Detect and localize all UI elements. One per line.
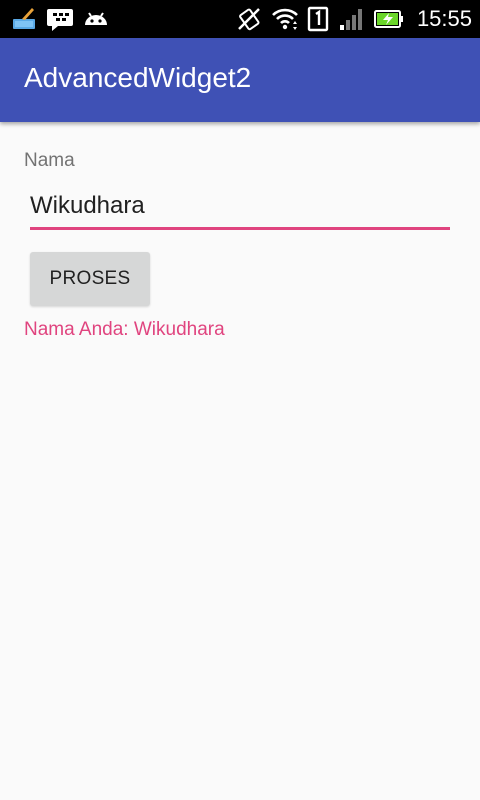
- nama-input-wrapper: [30, 188, 450, 234]
- sim-1-icon: [307, 5, 329, 33]
- battery-charging-icon: [373, 5, 405, 33]
- result-text: Nama Anda: Wikudhara: [24, 319, 225, 340]
- nama-label: Nama: [24, 150, 75, 171]
- proses-button[interactable]: PROSES: [30, 252, 150, 306]
- app-title: AdvancedWidget2: [24, 62, 252, 93]
- android-icon: [82, 5, 110, 33]
- no-vibrate-icon: [235, 5, 263, 33]
- wifi-icon: [271, 5, 299, 33]
- status-bar: 15:55: [0, 0, 480, 38]
- app-screen: 15:55 AdvancedWidget2 Nama PROSES Nama A…: [0, 0, 480, 800]
- bbm-icon: [46, 5, 74, 33]
- broom-cleaner-icon: [10, 5, 38, 33]
- system-icons: 15:55: [235, 0, 472, 38]
- app-bar: AdvancedWidget2: [0, 38, 480, 122]
- status-clock: 15:55: [416, 6, 472, 31]
- notification-icons: [10, 5, 110, 33]
- signal-icon: [337, 5, 365, 33]
- nama-input[interactable]: [30, 188, 450, 230]
